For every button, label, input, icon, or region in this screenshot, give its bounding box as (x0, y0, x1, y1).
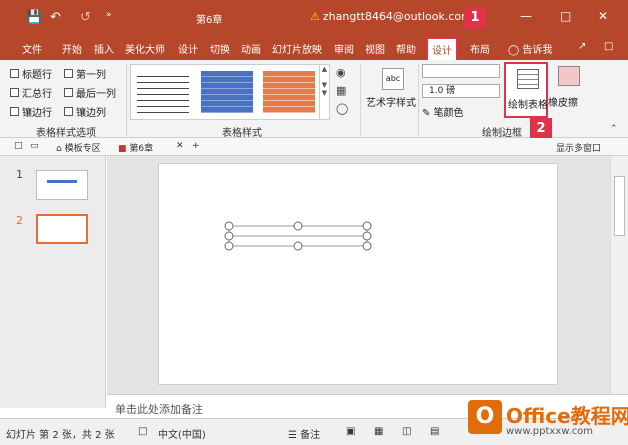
step-badge-1: 1 (464, 7, 486, 29)
slide-number: 2 (16, 214, 23, 227)
tab-animations[interactable]: 动画 (241, 41, 261, 56)
normal-view-icon[interactable]: ▣ (346, 426, 355, 437)
style-swatch-plain[interactable] (137, 71, 189, 113)
ppt-icon: ■ (118, 144, 127, 154)
file-tab[interactable]: ■ 第6章 (118, 141, 153, 154)
wordart-styles-button[interactable]: 艺术字样式 (366, 94, 416, 109)
option-header-row[interactable]: 标题行 (10, 66, 52, 81)
divider (360, 64, 361, 136)
wordart-icon[interactable]: abc (382, 68, 404, 90)
watermark-url: www.pptxxw.com (506, 426, 594, 437)
eraser-icon (558, 66, 580, 86)
slide-count: 幻灯片 第 2 张，共 2 张 (6, 430, 115, 441)
table-object[interactable] (159, 164, 559, 386)
save-icon[interactable]: 💾 (26, 10, 42, 25)
style-swatch-blue[interactable] (201, 71, 253, 113)
tab-insert[interactable]: 插入 (94, 41, 114, 56)
option-banded-rows[interactable]: 镶边行 (10, 104, 52, 119)
language-indicator[interactable]: 中文(中国) (158, 426, 206, 441)
tab-slideshow[interactable]: 幻灯片放映 (272, 41, 322, 56)
divider (418, 64, 419, 136)
eraser-button[interactable]: 橡皮擦 (548, 66, 588, 118)
step-badge-2: 2 (530, 118, 552, 140)
document-tabs: □ ▭ ⌂ 模板专区 ■ 第6章 ✕ + 显示多窗口 (0, 138, 628, 156)
account-name[interactable]: ⚠ zhangtt8464@outlook.com (310, 10, 472, 23)
tab-table-design[interactable]: 设计 (426, 37, 458, 62)
draw-table-icon (517, 69, 539, 89)
sorter-view-icon[interactable]: ▦ (374, 426, 383, 437)
collapse-ribbon-icon[interactable]: ⌃ (610, 124, 618, 134)
home-icon: ⌂ (56, 144, 62, 154)
tab-review[interactable]: 审阅 (334, 41, 354, 56)
comment-icon[interactable]: □ (604, 41, 613, 52)
add-tab-icon[interactable]: + (192, 141, 200, 151)
folder-icon[interactable]: ▭ (30, 141, 39, 151)
borders-icon[interactable]: ▦ (336, 84, 346, 97)
watermark-brand: Office教程网 (506, 404, 628, 428)
undo-icon[interactable]: ↶ (50, 10, 61, 25)
tab-file[interactable]: 文件 (22, 41, 42, 56)
option-banded-columns[interactable]: 镶边列 (64, 104, 106, 119)
group-label-borders: 绘制边框 (482, 128, 522, 139)
notes-button[interactable]: ☰ 备注 (288, 426, 320, 441)
scroll-thumb[interactable] (614, 176, 625, 236)
tab-help[interactable]: 帮助 (396, 41, 416, 56)
style-swatch-orange[interactable] (263, 71, 315, 113)
table-styles-gallery: ▲ ▼ ▼ (130, 64, 330, 120)
tab-home[interactable]: 开始 (62, 41, 82, 56)
slide-thumbnail-1[interactable] (36, 170, 88, 200)
pen-color-button[interactable]: ✎ 笔颜色 (422, 104, 464, 119)
new-doc-icon[interactable]: □ (14, 141, 23, 151)
tab-view[interactable]: 视图 (365, 41, 385, 56)
vertical-scrollbar[interactable] (610, 156, 628, 394)
maximize-button[interactable]: □ (560, 9, 571, 23)
minimize-button[interactable]: — (520, 9, 532, 23)
shading-icon[interactable]: ◉ (336, 66, 346, 79)
group-label-styles: 表格样式 (222, 128, 262, 139)
watermark-logo: O Office教程网 www.pptxxw.com (468, 398, 628, 442)
tab-table-layout[interactable]: 布局 (470, 41, 490, 56)
doc-title: 第6章 (196, 15, 223, 26)
notes-placeholder: 单击此处添加备注 (115, 403, 203, 416)
multi-window-button[interactable]: 显示多窗口 (556, 141, 601, 154)
slideshow-view-icon[interactable]: ▤ (430, 426, 439, 437)
reading-view-icon[interactable]: ◫ (402, 426, 411, 437)
close-button[interactable]: ✕ (598, 9, 608, 23)
effects-icon[interactable]: ◯ (336, 102, 348, 115)
divider (126, 64, 127, 136)
share-icon[interactable]: ↗ (578, 41, 586, 52)
slide-editor[interactable] (158, 163, 558, 385)
office-logo-icon: O (468, 400, 502, 434)
lightbulb-icon: ◯ (508, 45, 520, 56)
gallery-scroll[interactable]: ▲ ▼ ▼ (319, 65, 329, 119)
tell-me-box[interactable]: ◯ 告诉我 (508, 41, 552, 56)
close-tab-icon[interactable]: ✕ (176, 141, 184, 151)
option-first-column[interactable]: 第一列 (64, 66, 106, 81)
title-bar: 💾 ↶ ↺ » 第6章 ⚠ zhangtt8464@outlook.com — □… (0, 0, 628, 36)
warning-icon: ⚠ (310, 10, 320, 23)
pen-weight-select[interactable]: 1.0 磅 (422, 84, 500, 98)
template-zone-tab[interactable]: ⌂ 模板专区 (56, 141, 101, 154)
tab-transitions[interactable]: 切换 (210, 41, 230, 56)
tab-design[interactable]: 设计 (178, 41, 198, 56)
slide-number: 1 (16, 168, 23, 181)
spellcheck-icon[interactable]: □ (138, 426, 147, 437)
option-total-row[interactable]: 汇总行 (10, 85, 52, 100)
redo-icon[interactable]: ↺ (80, 10, 91, 25)
draw-table-button[interactable]: 绘制表格 (504, 62, 548, 118)
ribbon-tabs: 文件 开始 插入 美化大师 设计 切换 动画 幻灯片放映 审阅 视图 帮助 设计… (0, 36, 628, 62)
option-last-column[interactable]: 最后一列 (64, 85, 116, 100)
group-label-options: 表格样式选项 (36, 128, 96, 139)
tab-meihua[interactable]: 美化大师 (125, 41, 165, 56)
pen-color-icon: ✎ (422, 108, 431, 119)
slide-thumbnail-2[interactable] (36, 214, 88, 244)
quick-access-more-icon[interactable]: » (106, 10, 112, 20)
pen-style-select[interactable] (422, 64, 500, 78)
